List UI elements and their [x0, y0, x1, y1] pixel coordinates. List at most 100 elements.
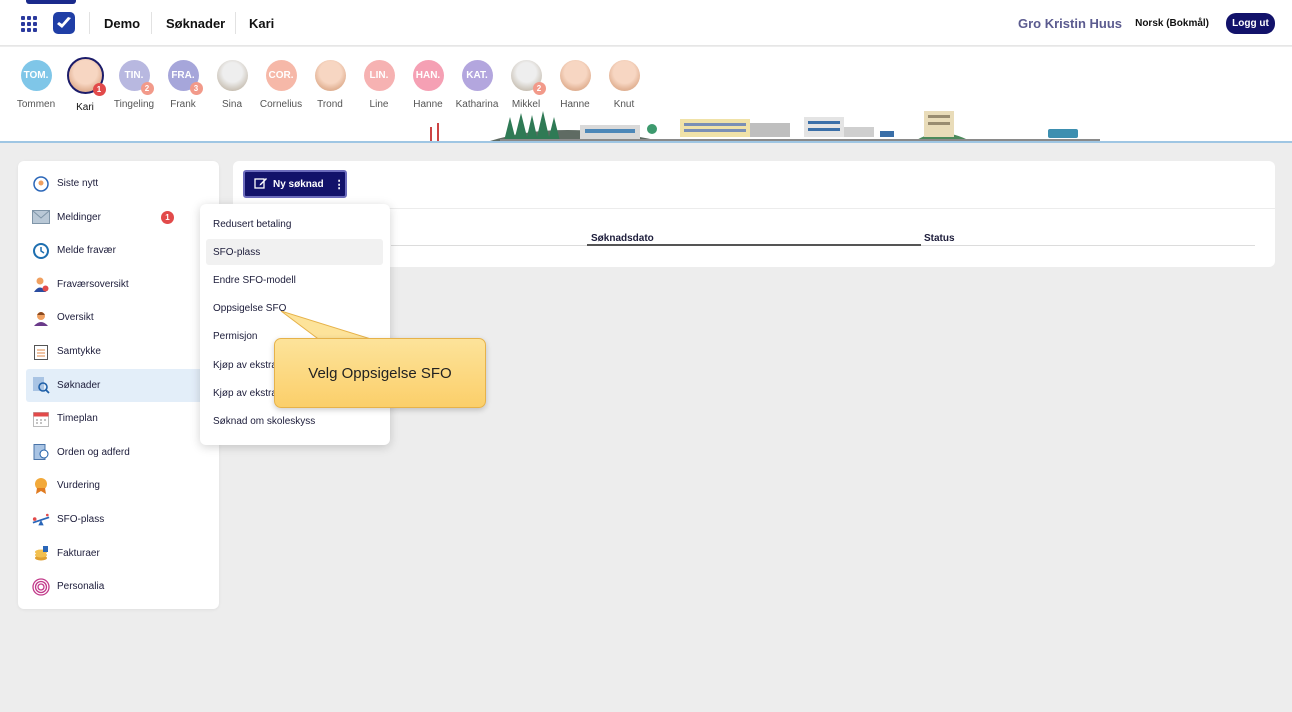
unread-badge: 1: [161, 210, 174, 224]
separator: [235, 12, 236, 34]
clock-icon: [32, 242, 50, 260]
child-name: Frank: [170, 99, 196, 110]
child-avatar[interactable]: 1: [66, 57, 106, 96]
child-name: Sina: [221, 99, 242, 110]
column-header-date[interactable]: Søknadsdato: [591, 233, 654, 244]
child-avatar[interactable]: 2: [510, 60, 546, 95]
user-name[interactable]: Gro Kristin Huus: [1018, 16, 1122, 31]
column-divider-active: [587, 244, 921, 246]
top-accent-line: [26, 0, 76, 4]
separator: [151, 12, 152, 34]
child-name: Tommen: [16, 99, 56, 110]
child-cornelius[interactable]: COR. Cornelius: [256, 60, 306, 110]
menu-item-redusert-betaling[interactable]: Redusert betaling: [206, 211, 383, 237]
child-initials: TIN.: [124, 70, 144, 81]
sidebar-item-label: SFO-plass: [57, 514, 105, 525]
fingerprint-icon: [32, 578, 50, 596]
child-tommen[interactable]: TOM. Tommen: [11, 60, 61, 110]
sidebar-item-samtykke[interactable]: Samtykke: [26, 335, 203, 368]
absence-person-icon: [32, 275, 50, 293]
sidebar-item-fakturaer[interactable]: Fakturaer: [26, 537, 203, 570]
calendar-icon: [32, 410, 50, 428]
guide-tooltip-text: Velg Oppsigelse SFO: [308, 364, 452, 382]
menu-item-søknad-om-skoleskyss[interactable]: Søknad om skoleskyss: [206, 408, 383, 434]
award-icon: [32, 477, 50, 495]
sidebar-item-label: Orden og adferd: [57, 446, 130, 458]
child-initials: FRA.: [171, 70, 195, 81]
child-avatar[interactable]: [608, 60, 640, 91]
sidebar-item-label: Oversikt: [57, 312, 94, 324]
menu-item-endre-sfo-modell[interactable]: Endre SFO-modell: [206, 267, 383, 293]
seesaw-icon: [32, 511, 50, 529]
top-bar: Demo Søknader Kari Gro Kristin Huus Nors…: [0, 0, 1292, 46]
mail-icon: [32, 208, 50, 226]
child-initials: HAN.: [415, 70, 441, 81]
new-application-label: Ny søknad: [273, 178, 324, 190]
sidebar-item-label: Fraværsoversikt: [57, 278, 129, 290]
child-name: Trond: [317, 99, 343, 110]
breadcrumb-demo[interactable]: Demo: [104, 16, 140, 31]
sidebar: Siste nytt Meldinger 1 Melde fravær Fraværso…: [18, 161, 219, 609]
sidebar-item-fraværsoversikt[interactable]: Fraværsoversikt: [26, 268, 203, 301]
child-line[interactable]: LIN. Line: [354, 60, 404, 110]
children-strip: Knut Hanne 2 Mikkel KAT. Katharina HAN. Hanne LI…: [0, 47, 1292, 143]
guide-tooltip: Velg Oppsigelse SFO: [274, 338, 486, 408]
city-illustration-icon: [430, 111, 1100, 141]
apps-grid-icon[interactable]: [21, 16, 37, 32]
new-application-button[interactable]: Ny søknad ⋮: [243, 170, 347, 198]
sidebar-item-søknader[interactable]: Søknader: [26, 368, 203, 402]
child-name: Line: [369, 99, 389, 110]
sidebar-item-label: Meldinger: [57, 211, 101, 223]
child-name: Cornelius: [259, 99, 303, 110]
notification-badge: 1: [92, 83, 106, 96]
child-kari[interactable]: 1 Kari: [60, 57, 110, 113]
language-selector[interactable]: Norsk (Bokmål): [1135, 18, 1209, 29]
logout-button[interactable]: Logg ut: [1226, 13, 1275, 34]
column-divider: [391, 245, 587, 246]
sidebar-item-personalia[interactable]: Personalia: [26, 570, 203, 603]
coins-icon: [32, 544, 50, 562]
menu-item-sfo-plass[interactable]: SFO-plass: [206, 239, 383, 266]
child-avatar[interactable]: KAT.: [461, 60, 493, 91]
child-tingeling[interactable]: TIN. 2 Tingeling: [109, 60, 159, 110]
child-initials: LIN.: [369, 70, 389, 81]
breadcrumb-soknader[interactable]: Søknader: [166, 16, 225, 31]
column-divider: [921, 245, 1255, 246]
child-avatar[interactable]: COR.: [265, 60, 297, 91]
news-icon: [32, 175, 50, 193]
sidebar-item-label: Siste nytt: [57, 178, 99, 189]
sidebar-item-vurdering[interactable]: Vurdering: [26, 469, 203, 502]
child-avatar[interactable]: TOM.: [20, 60, 52, 91]
app-logo-icon[interactable]: [53, 12, 75, 34]
person-icon: [32, 309, 50, 327]
sidebar-item-label: Vurdering: [57, 480, 100, 492]
sidebar-item-label: Melde fravær: [57, 245, 116, 257]
document-icon: [32, 443, 50, 461]
sidebar-item-timeplan[interactable]: Timeplan: [26, 402, 203, 435]
sidebar-item-orden-og-adferd[interactable]: Orden og adferd: [26, 436, 203, 469]
column-header-status[interactable]: Status: [924, 233, 955, 244]
sidebar-item-sfo-plass[interactable]: SFO-plass: [26, 503, 203, 536]
separator: [89, 12, 90, 34]
child-initials: KAT.: [466, 70, 488, 81]
sidebar-item-label: Personalia: [57, 581, 105, 593]
child-avatar[interactable]: [314, 60, 346, 91]
sidebar-item-meldinger[interactable]: Meldinger 1: [26, 201, 203, 234]
child-avatar[interactable]: TIN. 2: [118, 60, 154, 95]
breadcrumb-kari[interactable]: Kari: [249, 16, 274, 31]
sidebar-item-siste-nytt[interactable]: Siste nytt: [26, 167, 203, 200]
child-avatar[interactable]: [216, 60, 248, 91]
child-sina[interactable]: Sina: [207, 60, 257, 110]
sidebar-item-oversikt[interactable]: Oversikt: [26, 301, 203, 334]
sidebar-item-melde-fravær[interactable]: Melde fravær: [26, 234, 203, 267]
checklist-icon: [32, 343, 50, 361]
child-avatar[interactable]: HAN.: [412, 60, 444, 91]
child-avatar[interactable]: [559, 60, 591, 91]
child-avatar[interactable]: FRA. 3: [167, 60, 203, 95]
more-options-icon[interactable]: ⋮: [334, 178, 345, 191]
child-frank[interactable]: FRA. 3 Frank: [158, 60, 208, 110]
child-name: Tingeling: [113, 99, 155, 110]
sidebar-item-label: Samtykke: [57, 346, 101, 357]
child-trond[interactable]: Trond: [305, 60, 355, 110]
child-avatar[interactable]: LIN.: [363, 60, 395, 91]
